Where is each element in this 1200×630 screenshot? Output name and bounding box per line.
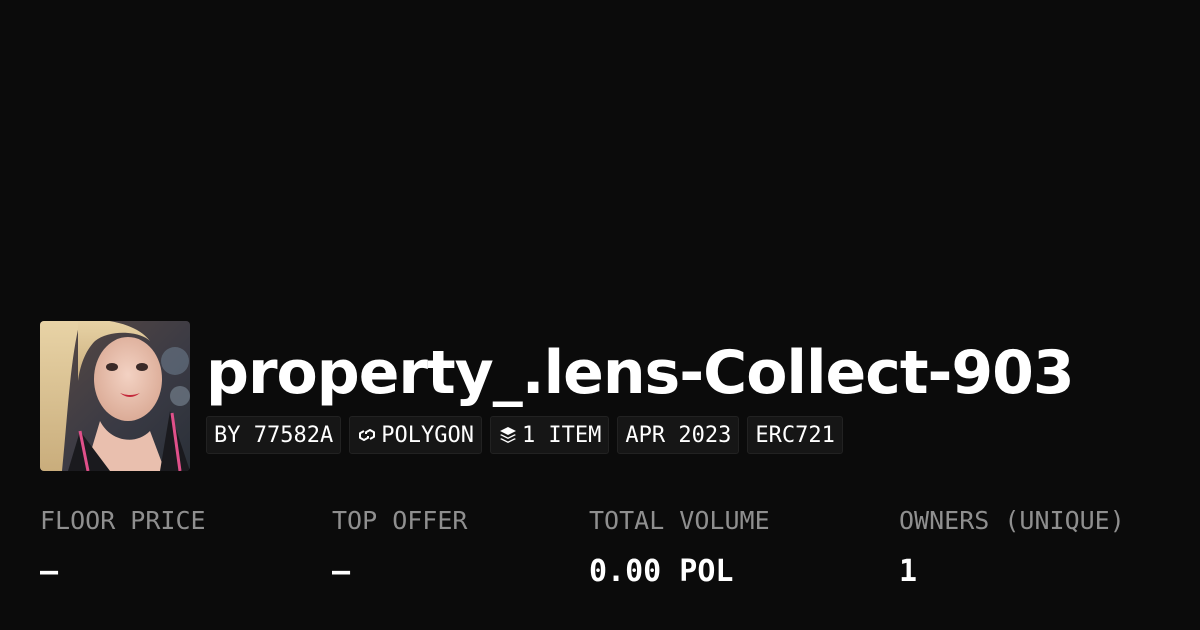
total-volume-label: TOTAL VOLUME — [589, 506, 770, 535]
floor-price-stat: FLOOR PRICE – — [40, 504, 206, 589]
polygon-chain-icon — [357, 425, 377, 445]
layers-icon — [498, 425, 518, 445]
total-volume-stat: TOTAL VOLUME 0.00 POL — [589, 504, 770, 589]
owners-label: OWNERS (UNIQUE) — [899, 506, 1125, 535]
standard-tag: ERC721 — [747, 416, 843, 454]
creator-tag[interactable]: BY 77582A — [206, 416, 342, 454]
collection-title: property_.lens-Collect-903 — [206, 338, 1075, 408]
date-tag: APR 2023 — [617, 416, 740, 454]
top-offer-stat: TOP OFFER – — [332, 504, 467, 589]
items-tag[interactable]: 1 ITEM — [489, 416, 610, 454]
standard-tag-label: ERC721 — [755, 422, 835, 448]
top-offer-label: TOP OFFER — [332, 506, 468, 535]
top-offer-value: – — [332, 554, 351, 589]
total-volume-value: 0.00 POL — [589, 554, 734, 589]
items-tag-label: 1 ITEM — [521, 422, 602, 448]
owners-stat: OWNERS (UNIQUE) 1 — [899, 504, 1125, 589]
chain-tag-label: POLYGON — [381, 422, 474, 448]
collection-avatar — [40, 321, 190, 471]
date-tag-label: APR 2023 — [625, 422, 732, 448]
creator-tag-label: BY 77582A — [214, 422, 334, 448]
chain-tag[interactable]: POLYGON — [349, 416, 482, 454]
collection-tags: BY 77582A POLYGON 1 ITEM APR 2023 ERC721 — [206, 416, 843, 454]
owners-value: 1 — [899, 554, 918, 589]
floor-price-value: – — [40, 554, 59, 589]
floor-price-label: FLOOR PRICE — [40, 506, 206, 535]
